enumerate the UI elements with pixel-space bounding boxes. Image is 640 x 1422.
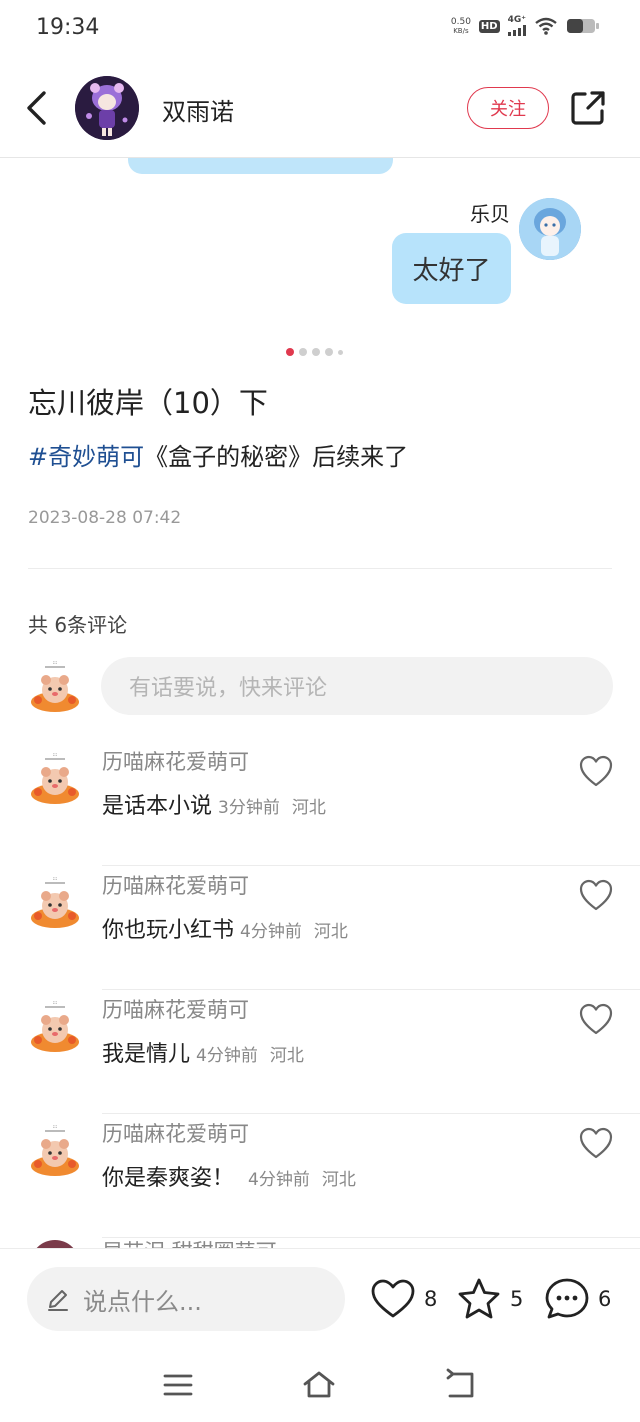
svg-text::::: :::	[52, 876, 57, 882]
network-type: 4G⁺	[507, 15, 526, 25]
commenter-avatar[interactable]: :::	[28, 750, 82, 806]
comment-author[interactable]: 历喵麻花爱萌可	[102, 1118, 249, 1148]
back-icon[interactable]	[444, 1368, 478, 1402]
comment-author[interactable]: 历喵麻花爱萌可	[102, 870, 249, 900]
comment-body: 你是秦爽姿！ 4分钟前 河北	[102, 1160, 356, 1192]
comment-location: 河北	[313, 922, 348, 942]
chat-sender-name: 乐贝	[470, 202, 510, 226]
chat-bubble-icon	[545, 1278, 589, 1319]
comment-item[interactable]: ::: 历喵麻花爱萌可 你是秦爽姿！ 4分钟前 河北	[0, 1114, 640, 1238]
comment-time: 3分钟前	[218, 798, 280, 818]
comment-text: 是话本小说	[102, 794, 213, 819]
post-description: #奇妙萌可《盒子的秘密》后续来了	[28, 437, 408, 472]
battery-icon	[567, 19, 599, 33]
status-icons: 0.50 KB/s HD 4G⁺	[451, 16, 600, 36]
current-user-avatar: :::	[31, 660, 79, 712]
chat-message-bubble: 太好了	[392, 233, 511, 304]
carousel-dot	[325, 348, 333, 356]
commenter-avatar[interactable]: :::	[28, 874, 82, 930]
comment-time: 4分钟前	[196, 1046, 258, 1066]
content-divider	[28, 568, 612, 569]
author-name[interactable]: 双雨诺	[162, 92, 234, 127]
comment-input[interactable]: 有话要说，快来评论	[101, 657, 613, 715]
commenter-avatar	[30, 1240, 80, 1248]
comment-text: 你是秦爽姿！	[102, 1166, 235, 1191]
comment-body: 你也玩小红书 4分钟前 河北	[102, 912, 348, 944]
comment-time: 4分钟前	[240, 922, 302, 942]
carousel-indicator	[286, 348, 343, 356]
heart-icon[interactable]	[578, 1002, 614, 1036]
comment-author[interactable]: 历喵麻花爱萌可	[102, 994, 249, 1024]
comment-text: 你也玩小红书	[102, 918, 235, 943]
hd-badge: HD	[478, 19, 500, 33]
share-icon[interactable]	[568, 88, 608, 128]
svg-text::::: :::	[52, 660, 57, 666]
pencil-icon	[48, 1290, 68, 1311]
favorite-button[interactable]: 5	[456, 1277, 523, 1321]
network-speed-unit: KB/s	[453, 27, 469, 35]
star-icon	[458, 1278, 500, 1319]
system-nav-bar	[0, 1348, 640, 1422]
anime-girl-avatar-image	[519, 198, 581, 260]
status-bar: 19:34 0.50 KB/s HD 4G⁺	[0, 0, 640, 58]
heart-icon[interactable]	[578, 878, 614, 912]
comment-location: 河北	[321, 1170, 356, 1190]
home-icon[interactable]	[302, 1368, 336, 1402]
anime-avatar-image	[75, 76, 139, 140]
comment-location: 河北	[269, 1046, 304, 1066]
svg-text::::: :::	[52, 1000, 57, 1006]
say-something-placeholder: 说点什么...	[83, 1287, 202, 1316]
comment-count: 共 6条评论	[28, 613, 128, 637]
status-time: 19:34	[36, 15, 100, 40]
comment-author[interactable]: 历喵麻花爱萌可	[102, 746, 249, 776]
heart-icon	[371, 1279, 415, 1318]
menu-icon[interactable]	[161, 1368, 195, 1402]
comment-total: 6	[598, 1287, 612, 1311]
post-date: 2023-08-28 07:42	[28, 508, 182, 528]
commenter-avatar[interactable]: :::	[28, 1122, 82, 1178]
heart-icon[interactable]	[578, 1126, 614, 1160]
comment-location: 河北	[291, 798, 326, 818]
like-count: 8	[424, 1287, 438, 1311]
author-avatar[interactable]	[75, 76, 139, 140]
network-speed: 0.50 KB/s	[451, 17, 471, 35]
follow-button[interactable]: 关注	[467, 87, 549, 129]
comment-author: 早苗泪 甜甜圈萌可	[102, 1236, 277, 1248]
carousel-dot-active	[286, 348, 294, 356]
commenter-avatar[interactable]: :::	[28, 998, 82, 1054]
comment-body: 是话本小说 3分钟前 河北	[102, 788, 326, 820]
wifi-icon	[535, 17, 557, 35]
network-speed-value: 0.50	[450, 17, 471, 27]
comment-item[interactable]: ::: 历喵麻花爱萌可 是话本小说 3分钟前 河北	[0, 742, 640, 866]
svg-text::::: :::	[52, 1124, 57, 1130]
image-carousel[interactable]: 乐贝 太好了	[0, 158, 640, 363]
post-header: 双雨诺 关注	[0, 58, 640, 158]
comment-time: 4分钟前	[248, 1170, 310, 1190]
back-arrow-icon[interactable]	[18, 88, 54, 128]
carousel-dot	[338, 349, 343, 355]
comment-body: 我是情儿 4分钟前 河北	[102, 1036, 304, 1068]
previous-chat-bubble	[128, 158, 393, 174]
bottom-action-bar: 说点什么... 8 5 6	[0, 1248, 640, 1348]
post-title: 忘川彼岸（10）下	[28, 386, 268, 420]
svg-text::::: :::	[52, 752, 57, 758]
comment-item[interactable]: ::: 历喵麻花爱萌可 你也玩小红书 4分钟前 河北	[0, 866, 640, 990]
post-hashtag[interactable]: #奇妙萌可	[28, 443, 144, 471]
carousel-dot	[299, 348, 307, 356]
chat-sender-avatar	[519, 198, 581, 260]
comment-text: 我是情儿	[102, 1042, 191, 1067]
signal-icon: 4G⁺	[507, 15, 526, 36]
favorite-count: 5	[510, 1287, 524, 1311]
post-description-text: 《盒子的秘密》后续来了	[144, 443, 409, 471]
comment-item-partial[interactable]: 早苗泪 甜甜圈萌可	[0, 1232, 640, 1248]
heart-icon[interactable]	[578, 754, 614, 788]
like-button[interactable]: 8	[370, 1277, 437, 1321]
comment-button[interactable]: 6	[544, 1277, 611, 1321]
carousel-dot	[312, 348, 320, 356]
say-something-input[interactable]: 说点什么...	[27, 1267, 345, 1331]
comment-item[interactable]: ::: 历喵麻花爱萌可 我是情儿 4分钟前 河北	[0, 990, 640, 1114]
